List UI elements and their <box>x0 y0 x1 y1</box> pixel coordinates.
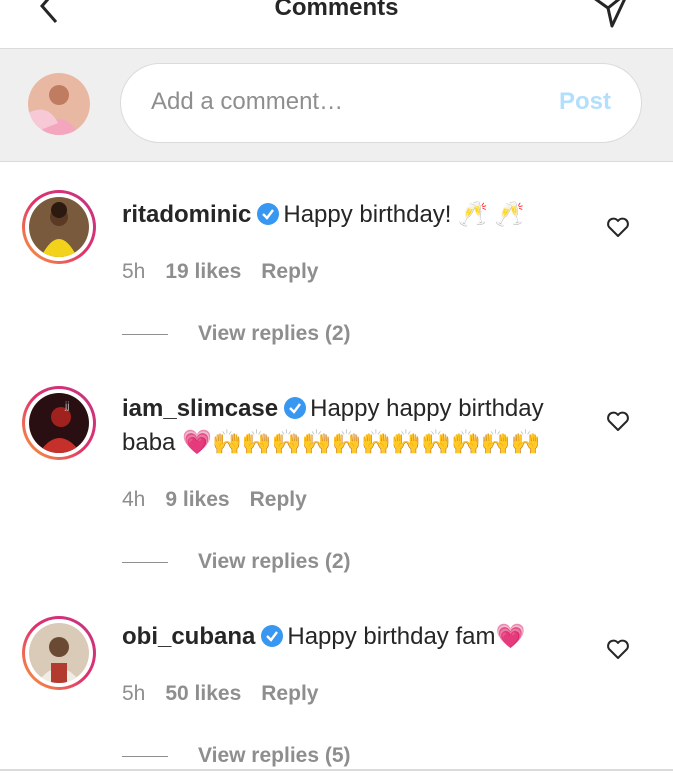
comment-meta: 5h 50 likes Reply <box>122 682 338 706</box>
comment-username[interactable]: obi_cubana <box>122 623 255 650</box>
avatar[interactable] <box>22 616 96 690</box>
comment-bar: Add a comment… Post <box>0 49 673 162</box>
view-replies-label: View replies (5) <box>198 744 351 767</box>
comment-meta: 5h 19 likes Reply <box>122 260 338 284</box>
heart-icon[interactable] <box>606 410 630 432</box>
my-avatar <box>28 73 90 135</box>
comment-item: obi_cubana Happy birthday fam💗 5h 50 likes… <box>0 590 673 770</box>
svg-text:jj: jj <box>64 401 69 412</box>
divider <box>0 769 673 771</box>
view-replies[interactable]: View replies (5) <box>122 744 351 768</box>
comment-meta: 4h 9 likes Reply <box>122 488 327 512</box>
comment-likes[interactable]: 19 likes <box>165 260 241 283</box>
view-replies[interactable]: View replies (2) <box>122 550 351 574</box>
comment-likes[interactable]: 9 likes <box>165 488 229 511</box>
comment-username[interactable]: ritadominic <box>122 201 251 228</box>
comment-username[interactable]: iam_slimcase <box>122 395 278 422</box>
replies-divider <box>122 333 168 335</box>
view-replies-label: View replies (2) <box>198 550 351 573</box>
comment-placeholder: Add a comment… <box>151 88 344 115</box>
page-title: Comments <box>274 0 399 21</box>
heart-icon[interactable] <box>606 638 630 660</box>
heart-icon[interactable] <box>606 216 630 238</box>
verified-icon <box>284 397 307 419</box>
avatar[interactable] <box>22 190 96 264</box>
comment-time: 4h <box>122 488 146 511</box>
reply-button[interactable]: Reply <box>250 488 307 511</box>
comment-emoji: 🥂 🥂 <box>458 201 525 228</box>
comment-item: ritadominic Happy birthday! 🥂 🥂 5h 19 like… <box>0 162 673 362</box>
avatar[interactable]: jj <box>22 386 96 460</box>
header: Comments <box>0 0 673 49</box>
comment-text: obi_cubana Happy birthday fam💗 <box>122 620 592 654</box>
comment-time: 5h <box>122 682 146 705</box>
comment-likes[interactable]: 50 likes <box>165 682 241 705</box>
reply-button[interactable]: Reply <box>261 682 318 705</box>
send-icon[interactable] <box>590 0 632 28</box>
comment-text: ritadominic Happy birthday! 🥂 🥂 <box>122 198 592 232</box>
view-replies[interactable]: View replies (2) <box>122 322 351 346</box>
verified-icon <box>261 625 284 647</box>
verified-icon <box>257 203 280 225</box>
replies-divider <box>122 561 168 563</box>
view-replies-label: View replies (2) <box>198 322 351 345</box>
comment-text: iam_slimcase Happy happy birthday baba 💗🙌… <box>122 392 592 460</box>
post-button[interactable]: Post <box>559 88 611 116</box>
comment-item: jj iam_slimcase Happy happy birthday baba… <box>0 378 673 588</box>
comment-body: Happy birthday fam <box>287 623 496 650</box>
comment-emoji: 💗 <box>495 623 526 650</box>
comment-input[interactable]: Add a comment… Post <box>120 63 642 143</box>
comment-emoji: 💗🙌🙌🙌🙌🙌🙌🙌🙌🙌🙌🙌 <box>182 429 541 456</box>
comment-body: Happy birthday! <box>283 201 452 228</box>
reply-button[interactable]: Reply <box>261 260 318 283</box>
replies-divider <box>122 755 168 757</box>
comment-time: 5h <box>122 260 146 283</box>
